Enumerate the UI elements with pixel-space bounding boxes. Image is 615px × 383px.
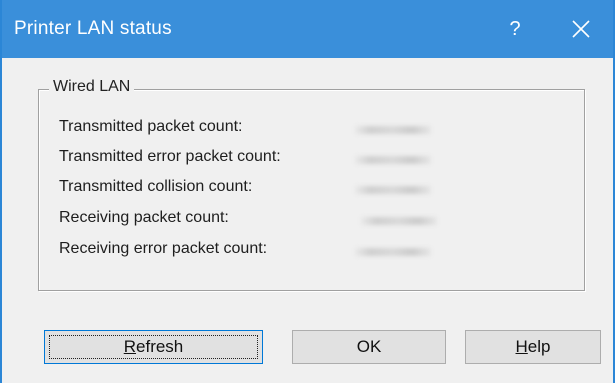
printer-lan-status-dialog: Printer LAN status ? Wired LAN Transmitt… bbox=[0, 0, 615, 383]
group-label: Wired LAN bbox=[49, 78, 135, 96]
transmitted-collision-count-value bbox=[355, 186, 431, 194]
transmitted-packet-count-value bbox=[355, 126, 431, 134]
title-bar: Printer LAN status ? bbox=[2, 0, 613, 58]
focus-rectangle bbox=[49, 335, 258, 359]
receiving-error-packet-count-label: Receiving error packet count: bbox=[59, 240, 268, 257]
transmitted-packet-count-label: Transmitted packet count: bbox=[59, 118, 243, 135]
help-button[interactable]: ? bbox=[492, 10, 538, 48]
transmitted-error-packet-count-label: Transmitted error packet count: bbox=[59, 148, 281, 165]
receiving-packet-count-value bbox=[361, 217, 437, 225]
ok-button[interactable]: OK bbox=[292, 330, 446, 364]
refresh-button[interactable]: Refresh bbox=[44, 330, 263, 364]
transmitted-error-packet-count-value bbox=[355, 156, 431, 164]
transmitted-collision-count-label: Transmitted collision count: bbox=[59, 178, 253, 195]
close-button[interactable] bbox=[558, 10, 604, 48]
help-dialog-button[interactable]: Help bbox=[465, 330, 601, 364]
help-icon: ? bbox=[509, 17, 521, 40]
wired-lan-group: Wired LAN Transmitted packet count: Tran… bbox=[38, 78, 585, 291]
close-icon bbox=[572, 20, 590, 38]
help-button-label: Help bbox=[515, 337, 551, 356]
window-title: Printer LAN status bbox=[14, 18, 172, 39]
receiving-error-packet-count-value bbox=[355, 248, 431, 256]
ok-button-label: OK bbox=[356, 337, 382, 356]
receiving-packet-count-label: Receiving packet count: bbox=[59, 209, 229, 226]
